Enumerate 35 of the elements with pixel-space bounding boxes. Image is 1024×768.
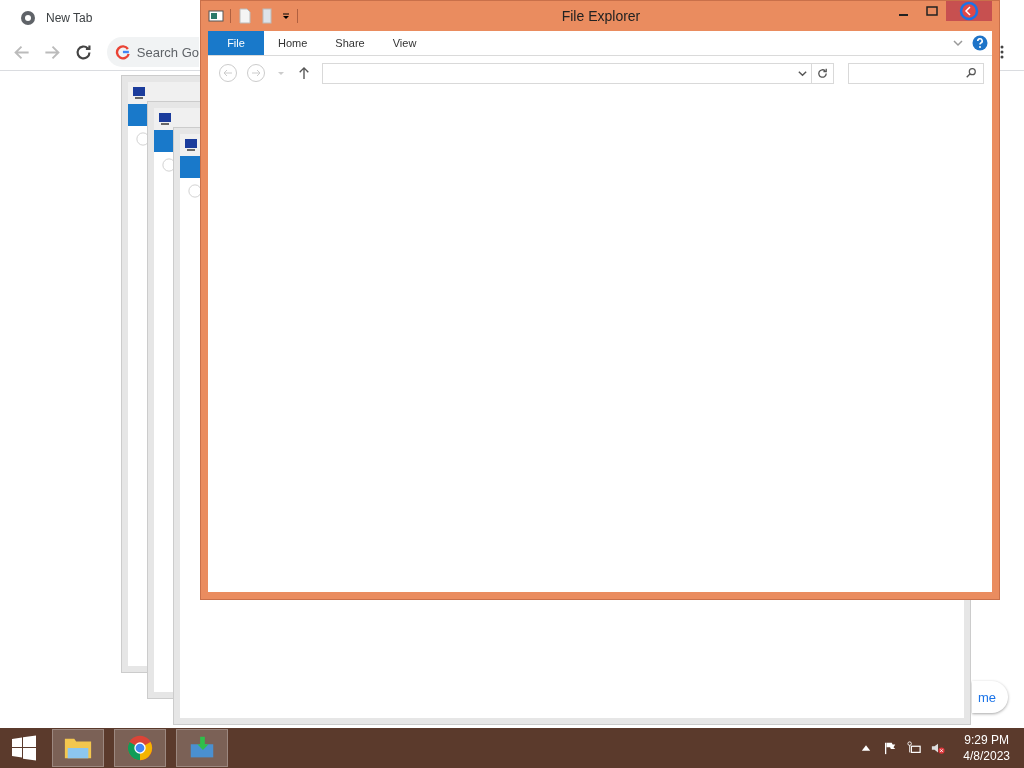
new-file-icon[interactable] [237, 8, 253, 24]
chrome-icon [20, 10, 36, 26]
browser-tab[interactable]: New Tab [0, 10, 107, 34]
flag-icon[interactable] [883, 741, 898, 755]
up-arrow-icon[interactable] [298, 66, 310, 80]
clock-time: 9:29 PM [964, 732, 1009, 748]
window-title: File Explorer [560, 8, 642, 24]
close-button[interactable] [946, 1, 992, 21]
muted-speaker-icon[interactable] [931, 741, 946, 755]
taskbar-button[interactable] [52, 729, 104, 767]
search-field[interactable] [848, 62, 984, 84]
chrome-icon [125, 734, 155, 762]
omnibox[interactable]: Search Go [107, 37, 199, 67]
address-field[interactable] [322, 62, 812, 84]
search-icon [965, 67, 977, 79]
ribbon-tab[interactable]: File [208, 31, 264, 55]
clock[interactable]: 9:29 PM 4/8/2023 [963, 732, 1010, 764]
refresh-icon [816, 66, 829, 80]
refresh-button[interactable] [812, 62, 834, 84]
windows-logo-icon[interactable] [10, 734, 38, 762]
network-icon[interactable] [907, 741, 922, 755]
help-icon[interactable] [972, 35, 988, 51]
taskbar-button[interactable] [114, 729, 166, 767]
customize-button[interactable]: me [972, 681, 1008, 713]
properties-icon[interactable] [208, 8, 224, 24]
menu-icon[interactable] [1000, 44, 1004, 60]
dropdown-icon[interactable] [281, 11, 291, 21]
computer-icon [182, 137, 198, 153]
computer-icon [156, 111, 172, 127]
expand-ribbon-icon[interactable] [952, 37, 964, 49]
computer-icon [130, 85, 146, 101]
taskbar-button[interactable] [176, 729, 228, 767]
google-g-icon [115, 44, 131, 60]
reload-icon[interactable] [74, 42, 93, 62]
clock-date: 4/8/2023 [963, 748, 1010, 764]
